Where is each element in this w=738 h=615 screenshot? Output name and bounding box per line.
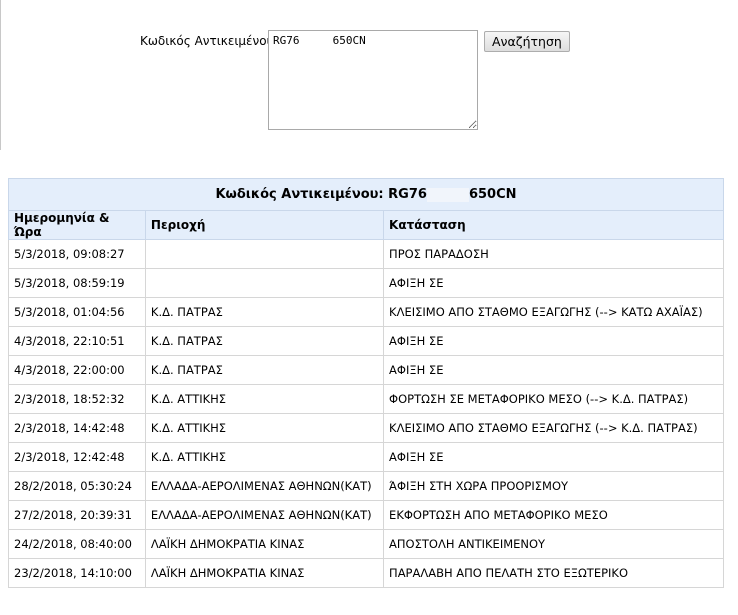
cell-date: 24/2/2018, 08:40:00 <box>8 529 146 559</box>
cell-status: ΑΦΙΞΗ ΣΕ <box>383 326 724 356</box>
table-row: 5/3/2018, 08:59:19 ΑΦΙΞΗ ΣΕ <box>8 268 724 298</box>
cell-area: Κ.Δ. ΑΤΤΙΚΗΣ <box>144 413 385 443</box>
cell-status: ΦΟΡΤΩΣΗ ΣΕ ΜΕΤΑΦΟΡΙΚΟ ΜΕΣΟ (--> Κ.Δ. ΠΑΤ… <box>383 384 724 414</box>
cell-date: 4/3/2018, 22:10:51 <box>8 326 146 356</box>
table-row: 28/2/2018, 05:30:24 ΕΛΛΑΔΑ-ΑΕΡΟΛΙΜΕΝΑΣ ΑΘ… <box>8 471 724 501</box>
cell-date: 28/2/2018, 05:30:24 <box>8 471 146 501</box>
cell-status: ΚΛΕΙΣΙΜΟ ΑΠΟ ΣΤΑΘΜΟ ΕΞΑΓΩΓΗΣ (--> ΚΑΤΩ Α… <box>383 297 724 327</box>
table-row: 2/3/2018, 14:42:48 Κ.Δ. ΑΤΤΙΚΗΣ ΚΛΕΙΣΙΜΟ Α… <box>8 413 724 443</box>
cell-status: ΑΦΙΞΗ ΣΕ <box>383 442 724 472</box>
cell-area: ΕΛΛΑΔΑ-ΑΕΡΟΛΙΜΕΝΑΣ ΑΘΗΝΩΝ(ΚΑΤ) <box>144 500 385 530</box>
table-row: 27/2/2018, 20:39:31 ΕΛΛΑΔΑ-ΑΕΡΟΛΙΜΕΝΑΣ ΑΘ… <box>8 500 724 530</box>
cell-area: Κ.Δ. ΠΑΤΡΑΣ <box>144 326 385 356</box>
left-border-line <box>0 0 1 150</box>
search-label: Κωδικός Αντικειμένου: <box>140 34 278 48</box>
table-row: 4/3/2018, 22:10:51 Κ.Δ. ΠΑΤΡΑΣ ΑΦΙΞΗ ΣΕ <box>8 326 724 356</box>
cell-status: ΠΡΟΣ ΠΑΡΑΔΟΣΗ <box>383 239 724 269</box>
table-row: 2/3/2018, 12:42:48 Κ.Δ. ΑΤΤΙΚΗΣ ΑΦΙΞΗ ΣΕ <box>8 442 724 472</box>
header-area: Περιοχή <box>144 210 385 240</box>
tracking-page: Κωδικός Αντικειμένου: RG76 650CN Αναζήτη… <box>0 0 738 615</box>
cell-area <box>144 268 385 298</box>
cell-date: 27/2/2018, 20:39:31 <box>8 500 146 530</box>
cell-status: ΑΦΙΞΗ ΣΕ <box>383 355 724 385</box>
cell-date: 5/3/2018, 08:59:19 <box>8 268 146 298</box>
search-button[interactable]: Αναζήτηση <box>484 31 570 52</box>
table-row: 24/2/2018, 08:40:00 ΛΑΪΚΗ ΔΗΜΟΚΡΑΤΙΑ ΚΙΝΑ… <box>8 529 724 559</box>
caption-suffix: 650CN <box>468 187 517 202</box>
cell-status: ΑΦΙΞΗ ΣΕ <box>383 268 724 298</box>
cell-area: Κ.Δ. ΠΑΤΡΑΣ <box>144 297 385 327</box>
redacted-block <box>426 187 469 202</box>
cell-area: ΛΑΪΚΗ ΔΗΜΟΚΡΑΤΙΑ ΚΙΝΑΣ <box>144 529 385 559</box>
tracking-results-table: Κωδικός Αντικειμένου: RG76 650CN Ημερομην… <box>8 178 724 588</box>
table-row: 5/3/2018, 01:04:56 Κ.Δ. ΠΑΤΡΑΣ ΚΛΕΙΣΙΜΟ ΑΠ… <box>8 297 724 327</box>
results-caption: Κωδικός Αντικειμένου: RG76 650CN <box>8 178 724 211</box>
cell-status: ΚΛΕΙΣΙΜΟ ΑΠΟ ΣΤΑΘΜΟ ΕΞΑΓΩΓΗΣ (--> Κ.Δ. Π… <box>383 413 724 443</box>
cell-area: Κ.Δ. ΑΤΤΙΚΗΣ <box>144 384 385 414</box>
table-row: 5/3/2018, 09:08:27 ΠΡΟΣ ΠΑΡΑΔΟΣΗ <box>8 239 724 269</box>
cell-status: ΆΦΙΞΗ ΣΤΗ ΧΩΡΑ ΠΡΟΟΡΙΣΜΟΥ <box>383 471 724 501</box>
cell-area: ΕΛΛΑΔΑ-ΑΕΡΟΛΙΜΕΝΑΣ ΑΘΗΝΩΝ(ΚΑΤ) <box>144 471 385 501</box>
cell-area: ΛΑΪΚΗ ΔΗΜΟΚΡΑΤΙΑ ΚΙΝΑΣ <box>144 558 385 588</box>
cell-date: 2/3/2018, 14:42:48 <box>8 413 146 443</box>
header-date: Ημερομηνία & Ώρα <box>8 210 146 240</box>
results-body: 5/3/2018, 09:08:27 ΠΡΟΣ ΠΑΡΑΔΟΣΗ 5/3/2018,… <box>8 239 724 588</box>
cell-date: 4/3/2018, 22:00:00 <box>8 355 146 385</box>
cell-area: Κ.Δ. ΑΤΤΙΚΗΣ <box>144 442 385 472</box>
cell-date: 5/3/2018, 01:04:56 <box>8 297 146 327</box>
cell-area: Κ.Δ. ΠΑΤΡΑΣ <box>144 355 385 385</box>
header-status: Κατάσταση <box>383 210 724 240</box>
cell-status: ΠΑΡΑΛΑΒΗ ΑΠΟ ΠΕΛΑΤΗ ΣΤΟ ΕΞΩΤΕΡΙΚΟ <box>383 558 724 588</box>
cell-status: ΕΚΦΟΡΤΩΣΗ ΑΠΟ ΜΕΤΑΦΟΡΙΚΟ ΜΕΣΟ <box>383 500 724 530</box>
cell-date: 5/3/2018, 09:08:27 <box>8 239 146 269</box>
cell-status: ΑΠΟΣΤΟΛΗ ΑΝΤΙΚΕΙΜΕΝΟΥ <box>383 529 724 559</box>
cell-area <box>144 239 385 269</box>
cell-date: 2/3/2018, 12:42:48 <box>8 442 146 472</box>
caption-prefix: Κωδικός Αντικειμένου: RG76 <box>215 187 427 202</box>
tracking-code-input[interactable]: RG76 650CN <box>268 30 478 130</box>
table-row: 23/2/2018, 14:10:00 ΛΑΪΚΗ ΔΗΜΟΚΡΑΤΙΑ ΚΙΝΑ… <box>8 558 724 588</box>
cell-date: 2/3/2018, 18:52:32 <box>8 384 146 414</box>
table-row: 2/3/2018, 18:52:32 Κ.Δ. ΑΤΤΙΚΗΣ ΦΟΡΤΩΣΗ ΣΕ… <box>8 384 724 414</box>
cell-date: 23/2/2018, 14:10:00 <box>8 558 146 588</box>
table-row: 4/3/2018, 22:00:00 Κ.Δ. ΠΑΤΡΑΣ ΑΦΙΞΗ ΣΕ <box>8 355 724 385</box>
